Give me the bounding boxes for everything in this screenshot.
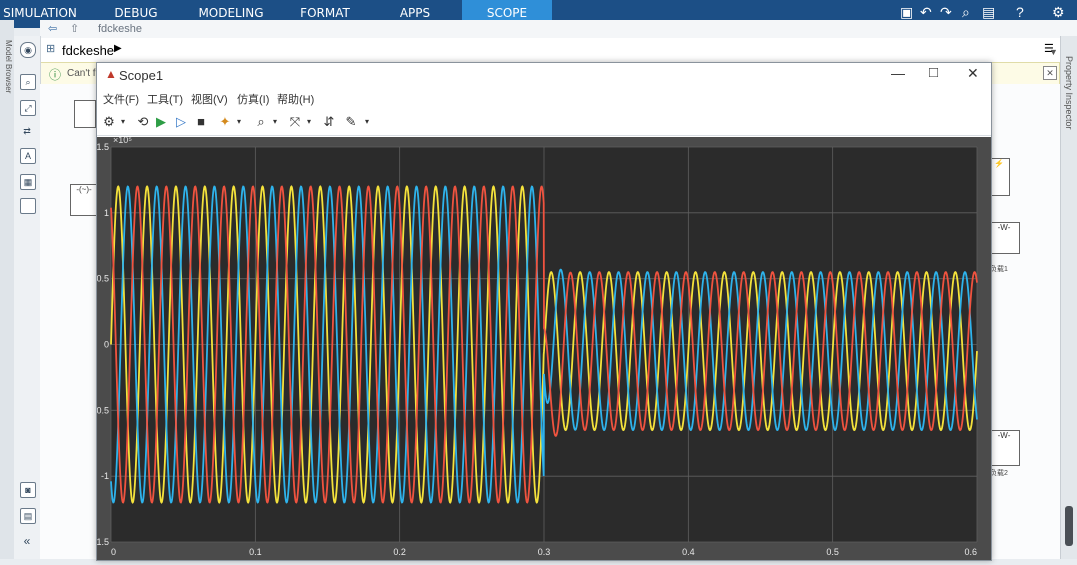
source-block[interactable] [74,100,96,128]
model-browser-strip[interactable]: Model Browser [0,20,14,559]
left-toolbar: ◉ ⌕ ⤢ ⇄ A ▦ ◙ ▤ « [14,36,41,559]
scope-menu-bar: 文件(F) 工具(T) 视图(V) 仿真(I) 帮助(H) [97,87,991,109]
load-block-2-label: 负载2 [990,470,1008,477]
load-block-1[interactable]: -W- [988,222,1020,254]
menu-simulation[interactable]: 仿真(I) [237,91,269,107]
menu-file[interactable]: 文件(F) [103,91,139,107]
scope-title-bar: ▲ Scope1 — □ ✕ [97,63,991,87]
x-tick-label: 0.3 [538,547,551,557]
triggers-icon[interactable]: ⇵ [321,114,337,130]
arrow-icon[interactable]: ⇄ [20,124,34,138]
up-arrow-icon[interactable]: ⇧ [70,22,79,35]
scope-window: ▲ Scope1 — □ ✕ 文件(F) 工具(T) 视图(V) 仿真(I) 帮… [93,62,992,561]
help-icon[interactable]: ? [1016,4,1024,20]
fit-view-icon[interactable]: ⤢ [20,100,36,116]
close-button[interactable]: ✕ [967,65,979,82]
run-icon[interactable]: ▶ [153,114,169,130]
menu-help[interactable]: 帮助(H) [277,91,314,107]
x-tick-label: 0.2 [393,547,406,557]
y-tick-label: -1.5 [97,537,109,547]
load-block-1-label: 负载1 [990,266,1008,273]
step-back-icon[interactable]: ⟲ [135,114,151,130]
ac-source-block[interactable]: -(~)- [70,184,98,216]
zoom-icon[interactable]: ⌕ [20,74,36,90]
chevron-down-icon[interactable]: ▾ [115,114,131,130]
model-browser-label: Model Browser [4,40,13,94]
scope-toolbar: ⚙ ▾ ⟲ ▶ ▷ ■ ✦ ▾ ⌕ ▾ ⤧ ▾ ⇵ ✎ ▾ [97,109,991,136]
y-tick-label: 1 [104,208,109,218]
chevron-right-icon[interactable]: ▶ [114,43,122,54]
hide-show-icon[interactable]: ◉ [20,42,36,58]
breadcrumb-model[interactable]: fdckeshe [62,43,114,58]
minimize-button[interactable]: — [891,65,905,81]
x-tick-label: 0.1 [249,547,262,557]
scope-title: Scope1 [119,68,164,83]
help-doc-icon[interactable]: ▤ [982,4,995,21]
property-inspector-strip[interactable]: Property Inspector [1060,36,1077,559]
menu-view[interactable]: 视图(V) [191,91,228,107]
image-icon[interactable]: ▦ [20,174,36,190]
plot-area-frame: 1.5 1 0.5 0 -0.5 -1 -1.5 0 0.1 0.2 0.3 0.4 0.5 0.6 ×… [93,135,991,560]
y-tick-label: 1.5 [97,142,109,152]
property-inspector-label: Property Inspector [1064,56,1074,130]
search-icon[interactable]: ⌕ [962,4,970,21]
warning-text: Can't fi [67,68,98,79]
stop-icon[interactable]: ■ [193,114,209,130]
save-icon[interactable]: ▣ [900,4,913,21]
fit-chevron-icon[interactable]: ▾ [301,114,317,130]
collapse-icon[interactable]: « [20,534,34,548]
document-tab[interactable]: fdckeshe [98,23,142,35]
x-tick-label: 0.5 [826,547,839,557]
waveform-plot[interactable]: 1.5 1 0.5 0 -0.5 -1 -1.5 0 0.1 0.2 0.3 0.4 0.5 0.6 ×… [93,135,991,560]
model-icon: ⊞ [46,43,56,55]
settings-icon[interactable]: ⚙ [1052,4,1065,21]
info-icon: ⓘ [49,68,62,82]
undo-icon[interactable]: ↶ [920,4,932,21]
step-forward-icon[interactable]: ▷ [173,114,189,130]
annotation-icon[interactable]: A [20,148,36,164]
highlight-chevron-icon[interactable]: ▾ [231,114,247,130]
zoom-chevron-icon[interactable]: ▾ [267,114,283,130]
y-tick-label: 0.5 [97,274,109,284]
property-icon[interactable]: ▤ [20,508,36,524]
breadcrumb: ⊞ fdckeshe ▶ ☰ [40,38,1060,63]
y-tick-labels: 1.5 1 0.5 0 -0.5 -1 -1.5 [93,142,109,547]
area-icon[interactable] [20,198,36,214]
y-tick-label: -0.5 [97,405,109,415]
matlab-logo-icon: ▲ [105,67,117,81]
x-tick-labels: 0 0.1 0.2 0.3 0.4 0.5 0.6 [111,547,977,557]
style-icon[interactable]: ✎ [343,114,359,130]
back-arrow-icon[interactable]: ⇦ [48,22,57,35]
scrollbar-thumb[interactable] [1065,506,1073,546]
x-tick-label: 0.4 [682,547,695,557]
load-block-2[interactable]: -W- [988,430,1020,466]
y-tick-label: 0 [104,340,109,350]
exponent-label: ×10⁵ [113,137,132,145]
redo-icon[interactable]: ↷ [940,4,952,21]
maximize-button[interactable]: □ [929,64,938,81]
x-tick-label: 0.6 [964,547,977,557]
document-tab-bar: ⇦ ⇧ fdckeshe [40,20,1077,39]
x-tick-label: 0 [111,547,116,557]
y-tick-label: -1 [101,471,109,481]
dropdown-icon[interactable]: ▼ [1049,47,1058,57]
menu-tools[interactable]: 工具(T) [147,91,183,107]
style-chevron-icon[interactable]: ▾ [359,114,375,130]
camera-icon[interactable]: ◙ [20,482,36,498]
close-icon[interactable]: ✕ [1043,66,1057,80]
